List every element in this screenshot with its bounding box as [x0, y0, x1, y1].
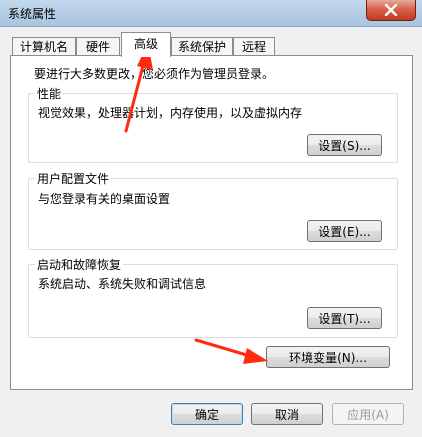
window-title: 系统属性	[8, 7, 57, 21]
tab-advanced[interactable]: 高级	[121, 32, 171, 57]
tab-computer-name[interactable]: 计算机名	[12, 37, 76, 55]
tab-hardware[interactable]: 硬件	[76, 37, 120, 55]
group-title-performance: 性能	[35, 85, 64, 102]
tab-strip: 计算机名 硬件 高级 系统保护 远程	[0, 26, 422, 57]
environment-variables-button[interactable]: 环境变量(N)...	[266, 346, 390, 368]
title-bar: 系统属性	[0, 0, 422, 27]
startup-recovery-settings-button[interactable]: 设置(T)...	[307, 307, 382, 329]
close-icon	[384, 4, 398, 16]
apply-button[interactable]: 应用(A)	[332, 403, 404, 425]
tab-remote[interactable]: 远程	[233, 37, 275, 55]
tab-system-protection[interactable]: 系统保护	[171, 37, 233, 55]
group-title-startup-recovery: 启动和故障恢复	[35, 256, 124, 273]
cancel-button[interactable]: 取消	[251, 403, 323, 425]
group-description-startup-recovery: 系统启动、系统失败和调试信息	[38, 277, 207, 291]
performance-settings-button[interactable]: 设置(S)...	[307, 134, 382, 156]
group-description-user-profiles: 与您登录有关的桌面设置	[38, 192, 171, 206]
ok-button[interactable]: 确定	[171, 403, 243, 425]
admin-notice: 要进行大多数更改，您必须作为管理员登录。	[34, 67, 275, 81]
user-profiles-settings-button[interactable]: 设置(E)...	[307, 220, 382, 242]
group-title-user-profiles: 用户配置文件	[35, 170, 112, 187]
close-button[interactable]	[366, 0, 416, 21]
group-description-performance: 视觉效果，处理器计划，内存使用，以及虚拟内存	[38, 106, 303, 120]
